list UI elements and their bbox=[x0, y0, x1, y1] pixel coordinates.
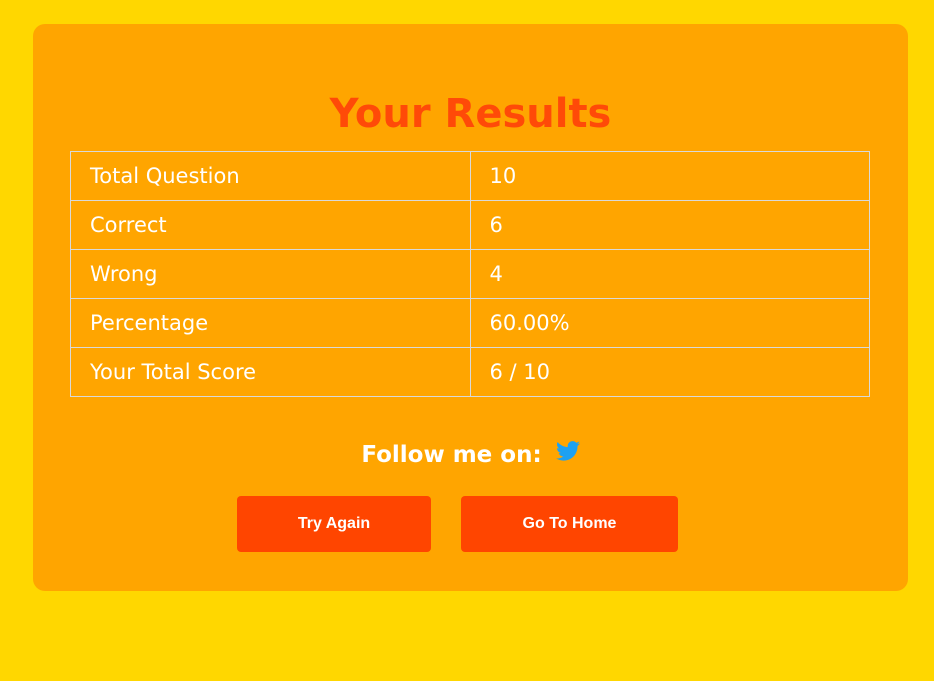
follow-line: Follow me on: bbox=[33, 438, 908, 472]
row-value-total-question: 10 bbox=[469, 151, 870, 201]
row-value-wrong: 4 bbox=[469, 249, 870, 299]
try-again-button[interactable]: Try Again bbox=[237, 496, 431, 552]
results-table: Total Question 10 Correct 6 Wrong 4 Perc… bbox=[70, 151, 870, 397]
row-label-total-question: Total Question bbox=[70, 151, 471, 201]
results-card: Your Results Total Question 10 Correct 6… bbox=[33, 24, 908, 591]
row-value-correct: 6 bbox=[469, 200, 870, 250]
row-value-percentage: 60.00% bbox=[469, 298, 870, 348]
row-label-percentage: Percentage bbox=[70, 298, 471, 348]
table-row: Percentage 60.00% bbox=[70, 298, 870, 348]
row-label-correct: Correct bbox=[70, 200, 471, 250]
table-row: Wrong 4 bbox=[70, 249, 870, 299]
table-row: Correct 6 bbox=[70, 200, 870, 250]
table-row: Your Total Score 6 / 10 bbox=[70, 347, 870, 397]
table-row: Total Question 10 bbox=[70, 151, 870, 201]
row-label-wrong: Wrong bbox=[70, 249, 471, 299]
row-label-total-score: Your Total Score bbox=[70, 347, 471, 397]
row-value-total-score: 6 / 10 bbox=[469, 347, 870, 397]
go-to-home-button[interactable]: Go To Home bbox=[461, 496, 678, 552]
twitter-icon[interactable] bbox=[555, 437, 580, 471]
follow-text: Follow me on: bbox=[361, 442, 542, 468]
page-title: Your Results bbox=[329, 91, 612, 137]
